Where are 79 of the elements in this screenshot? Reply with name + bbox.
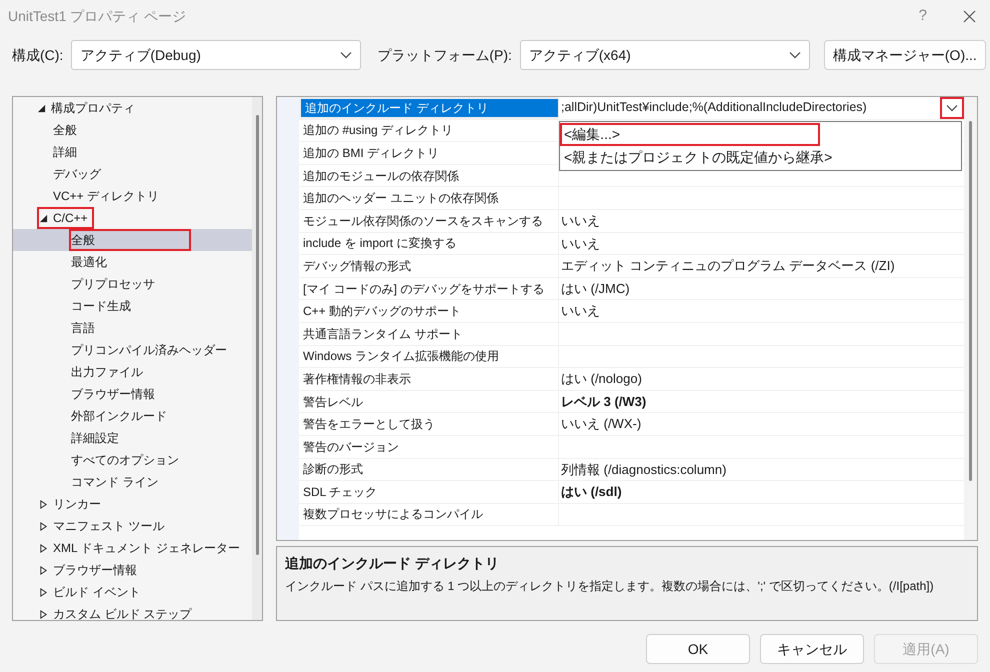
property-name[interactable]: 共通言語ランタイム サポート [299,322,559,345]
property-name[interactable]: [マイ コードのみ] のデバッグをサポートする [299,278,559,300]
tree-item[interactable]: プリコンパイル済みヘッダー [69,339,233,361]
tree-item[interactable]: 最適化 [69,251,113,273]
expanded-triangle-icon[interactable] [37,104,46,112]
property-name[interactable]: 警告をエラーとして扱う [299,413,559,435]
dropdown-field[interactable]: アクティブ(x64) [520,40,810,70]
property-name[interactable]: Windows ランタイム拡張機能の使用 [299,346,559,368]
scrollbar[interactable] [964,97,977,540]
chevron-down-icon [946,104,958,112]
tree-item[interactable]: ブラウザー情報 [69,383,161,405]
property-value[interactable]: いいえ [559,211,600,231]
tree-item[interactable]: デバッグ [51,163,107,185]
property-value[interactable]: いいえ [559,234,600,254]
tree-item[interactable]: 全般 [51,119,83,141]
property-value[interactable]: いいえ [559,301,600,321]
tree-item[interactable]: カスタム ビルド ステップ [37,603,198,620]
property-name[interactable]: デバッグ情報の形式 [299,255,559,277]
chevron-down-icon [340,51,352,59]
scrollbar[interactable] [252,97,262,620]
property-name[interactable]: 著作権情報の非表示 [299,368,559,390]
dialog-button[interactable]: キャンセル [760,634,864,664]
field-label: プラットフォーム(P): [377,46,512,65]
property-name[interactable]: C++ 動的デバッグのサポート [299,300,559,322]
tree-item[interactable]: ブラウザー情報 [37,559,143,581]
dropdown-button[interactable] [940,97,964,119]
property-name[interactable]: SDL チェック [299,481,559,503]
tree-item[interactable]: 言語 [69,317,101,339]
dropdown-option[interactable]: <親またはプロジェクトの既定値から継承> [560,146,961,169]
property-name[interactable]: 警告レベル [299,390,559,412]
collapsed-triangle-icon[interactable] [39,588,48,596]
dialog-button[interactable]: OK [646,634,750,664]
selected-tree-row[interactable]: 全般 [13,229,252,251]
configuration-manager-button[interactable]: 構成マネージャー(O)... [824,40,986,70]
tree-item[interactable]: 構成プロパティ [35,97,141,119]
collapsed-triangle-icon[interactable] [39,610,48,618]
property-value[interactable]: エディット コンティニュのプログラム データベース (/ZI) [559,256,895,276]
tree-item[interactable]: 詳細設定 [69,427,125,449]
description-title: 追加のインクルード ディレクトリ [285,554,500,574]
tree-item[interactable]: プリプロセッサ [69,273,161,295]
tree-item[interactable]: 外部インクルード [69,405,173,427]
collapsed-triangle-icon[interactable] [39,566,48,574]
property-value[interactable]: いいえ (/WX-) [559,414,642,434]
property-name[interactable]: モジュール依存関係のソースをスキャンする [299,210,559,232]
property-value[interactable]: はい (/sdl) [559,482,622,502]
property-name[interactable]: 警告のバージョン [299,436,559,458]
tree-item[interactable]: C/C++ [37,207,94,229]
chevron-down-icon [788,51,801,59]
property-value[interactable]: 列情報 (/diagnostics:column) [559,460,726,480]
property-name[interactable]: 追加のヘッダー ユニットの依存関係 [299,187,559,209]
property-value[interactable]: はい (/JMC) [559,278,630,298]
tree-item[interactable]: マニフェスト ツール [37,515,170,537]
tree-item[interactable]: ビルド イベント [37,581,146,603]
property-value[interactable]: レベル 3 (/W3) [559,392,646,412]
tree-item[interactable]: 全般 [69,229,191,251]
dropdown-field[interactable]: アクティブ(Debug) [71,40,362,70]
tree-item[interactable]: リンカー [37,493,107,515]
description-text: インクルード パスに追加する 1 つ以上のディレクトリを指定します。複数の場合には、';' で区切ってください。(/I[path]) [285,578,935,596]
property-name[interactable]: 診断の形式 [299,458,559,480]
tree-item[interactable]: コマンド ライン [69,471,164,493]
expanded-triangle-icon[interactable] [39,214,48,222]
tree-item[interactable]: VC++ ディレクトリ [51,185,166,207]
window-title: UnitTest1 プロパティ ページ [8,6,186,26]
property-value[interactable]: はい (/nologo) [559,369,642,389]
tree-item[interactable]: 出力ファイル [69,361,149,383]
tree-item[interactable]: コード生成 [69,295,137,317]
property-name[interactable]: 複数プロセッサによるコンパイル [299,504,559,526]
collapsed-triangle-icon[interactable] [39,500,48,508]
property-name[interactable]: 追加のインクルード ディレクトリ [299,97,559,119]
close-icon[interactable] [963,10,976,22]
collapsed-triangle-icon[interactable] [39,522,48,530]
tree-item[interactable]: 詳細 [51,141,83,163]
field-label: 構成(C): [12,46,64,65]
collapsed-triangle-icon[interactable] [39,544,48,552]
property-name[interactable]: include を import に変換する [299,232,559,254]
dropdown-option[interactable]: <編集...> [560,123,820,146]
tree-item[interactable]: すべてのオプション [69,449,185,471]
property-value[interactable]: ;allDir)UnitTest¥include;%(AdditionalIncludeDirectories) [559,98,867,118]
tree-item[interactable]: XML ドキュメント ジェネレーター [37,537,246,559]
